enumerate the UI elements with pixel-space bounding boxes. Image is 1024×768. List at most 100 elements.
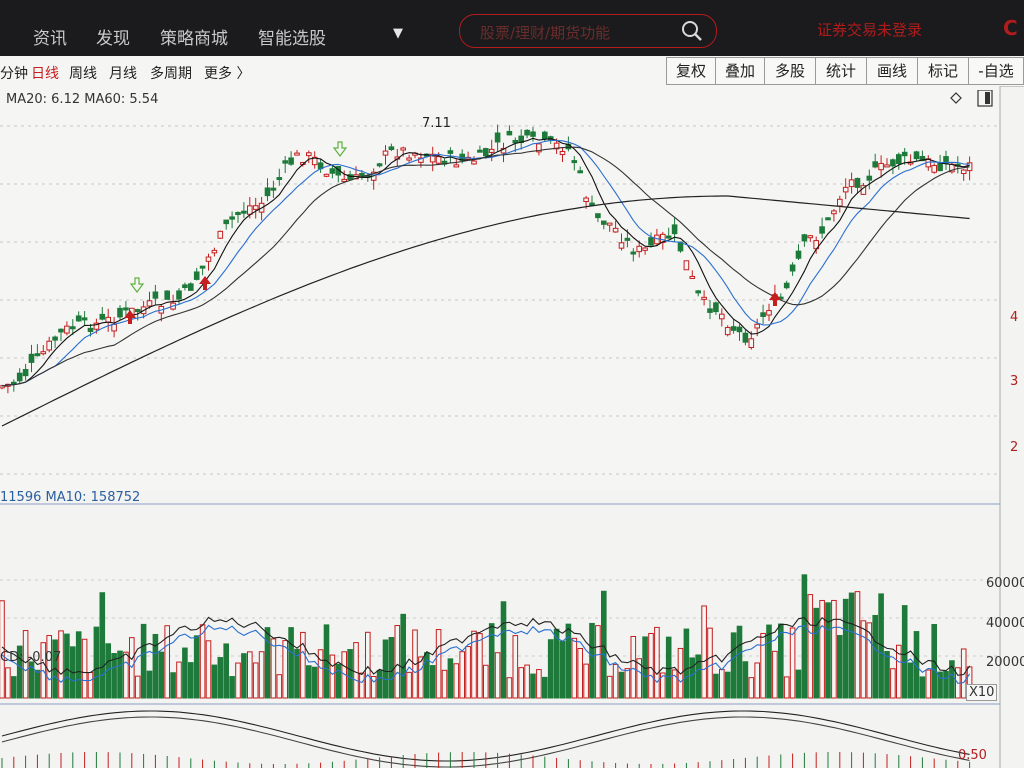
candle-body <box>329 168 336 174</box>
candle-body <box>783 282 790 289</box>
volume-bar <box>270 638 277 699</box>
volume-bar <box>730 632 737 699</box>
volume-unit-badge[interactable]: X10 <box>966 684 998 701</box>
candle-body <box>896 154 902 165</box>
mark-button[interactable]: 标记 <box>917 57 969 85</box>
volume-bar <box>223 643 229 699</box>
volume-bar <box>400 613 406 699</box>
volume-bar <box>518 667 525 699</box>
candle-body <box>276 177 283 181</box>
statistics-button[interactable]: 统计 <box>815 57 867 85</box>
top-navigation-bar: 资讯 发现 策略商城 智能选股 ▼ 股票/理财/期货功能 证券交易未登录 C <box>0 0 1024 56</box>
candle-body <box>671 224 678 235</box>
volume-bar <box>99 592 106 699</box>
period-minute[interactable]: 分钟 <box>0 63 28 83</box>
candle-body <box>28 353 35 363</box>
candle-body <box>341 178 347 182</box>
candle-body <box>46 340 53 351</box>
multi-stock-button[interactable]: 多股 <box>764 57 816 85</box>
candle-body <box>695 290 702 294</box>
candle-body <box>589 202 595 206</box>
period-more[interactable]: 更多 〉 <box>204 63 250 83</box>
nav-item-strategy-mall[interactable]: 策略商城 <box>160 24 228 49</box>
price-tick-3: 3 <box>1010 374 1019 389</box>
search-icon[interactable] <box>680 19 704 43</box>
candle-body <box>713 302 719 313</box>
candle-body <box>223 219 229 225</box>
nav-dropdown-icon[interactable]: ▼ <box>393 26 403 41</box>
overlay-button[interactable]: 叠加 <box>715 57 765 85</box>
adjust-rights-button[interactable]: 复权 <box>666 57 716 85</box>
candle-body <box>819 226 825 234</box>
volume-bar <box>772 650 778 699</box>
candle-body <box>618 242 625 249</box>
volume-bar <box>848 592 855 699</box>
volume-bar <box>648 633 654 699</box>
volume-bar <box>890 668 896 699</box>
nav-item-news[interactable]: 资讯 <box>33 24 67 49</box>
volume-bar <box>713 673 719 699</box>
volume-bar <box>618 671 625 699</box>
panel-toggle-icon[interactable] <box>977 89 993 107</box>
volume-bar <box>388 636 395 699</box>
diamond-icon[interactable] <box>950 92 962 104</box>
volume-bar <box>813 607 820 699</box>
volume-bar <box>311 666 318 699</box>
volume-bar <box>46 635 53 699</box>
nav-item-discover[interactable]: 发现 <box>96 24 130 49</box>
volume-bar <box>64 633 70 699</box>
search-input[interactable]: 股票/理财/期货功能 <box>459 14 717 48</box>
period-weekly[interactable]: 周线 <box>69 63 97 83</box>
add-watchlist-button[interactable]: -自选 <box>968 57 1024 85</box>
candle-body <box>683 260 690 271</box>
volume-bar <box>689 657 696 699</box>
volume-tick-20000: 20000 <box>986 655 1024 670</box>
volume-bar <box>193 635 200 699</box>
candle-body <box>294 152 300 156</box>
volume-bar <box>365 631 371 699</box>
candle-body <box>288 157 294 165</box>
volume-bar <box>583 663 589 699</box>
volume-bar <box>553 628 560 699</box>
candle-body <box>801 234 808 242</box>
price-tick-4: 4 <box>1010 310 1019 325</box>
candle-body <box>152 291 159 299</box>
volume-bar <box>459 651 465 699</box>
volume-bar <box>901 605 908 699</box>
period-multi[interactable]: 多周期 <box>150 63 192 83</box>
volume-bar <box>199 624 206 699</box>
volume-bar <box>500 601 507 699</box>
draw-line-button[interactable]: 画线 <box>866 57 918 85</box>
candle-body <box>164 290 170 300</box>
stock-chart[interactable] <box>0 86 1024 768</box>
candle-body <box>890 159 896 167</box>
ma-legend: MA20: 6.12 MA60: 5.54 <box>6 92 159 107</box>
period-daily[interactable]: 日线 <box>31 63 59 83</box>
volume-bar <box>5 667 11 699</box>
volume-bar <box>205 640 212 699</box>
period-monthly[interactable]: 月线 <box>109 63 137 83</box>
candle-body <box>719 313 725 320</box>
volume-bar <box>789 627 796 699</box>
candle-body <box>471 160 477 165</box>
candle-body <box>400 147 406 151</box>
volume-bar <box>252 662 259 699</box>
candle-body <box>901 151 908 157</box>
login-icon[interactable]: C <box>1003 16 1018 40</box>
candle-body <box>488 148 495 153</box>
volume-bar <box>170 672 176 699</box>
volume-bar <box>376 669 383 699</box>
volume-bar <box>134 675 141 699</box>
chart-toolbar: 分钟 日线 周线 月线 多周期 更多 〉 复权 叠加 多股 统计 画线 标记 -… <box>0 56 1024 87</box>
volume-bar <box>123 651 129 699</box>
trading-login-status[interactable]: 证券交易未登录 <box>817 19 922 40</box>
candle-body <box>636 245 643 253</box>
volume-bar <box>577 647 584 699</box>
candle-body <box>282 160 288 164</box>
candle-body <box>571 160 578 164</box>
candle-body <box>760 312 766 317</box>
nav-item-smart-stock-picker[interactable]: 智能选股 <box>258 24 326 49</box>
candle-body <box>748 338 755 349</box>
candle-body <box>842 186 849 193</box>
volume-bar <box>317 649 324 699</box>
